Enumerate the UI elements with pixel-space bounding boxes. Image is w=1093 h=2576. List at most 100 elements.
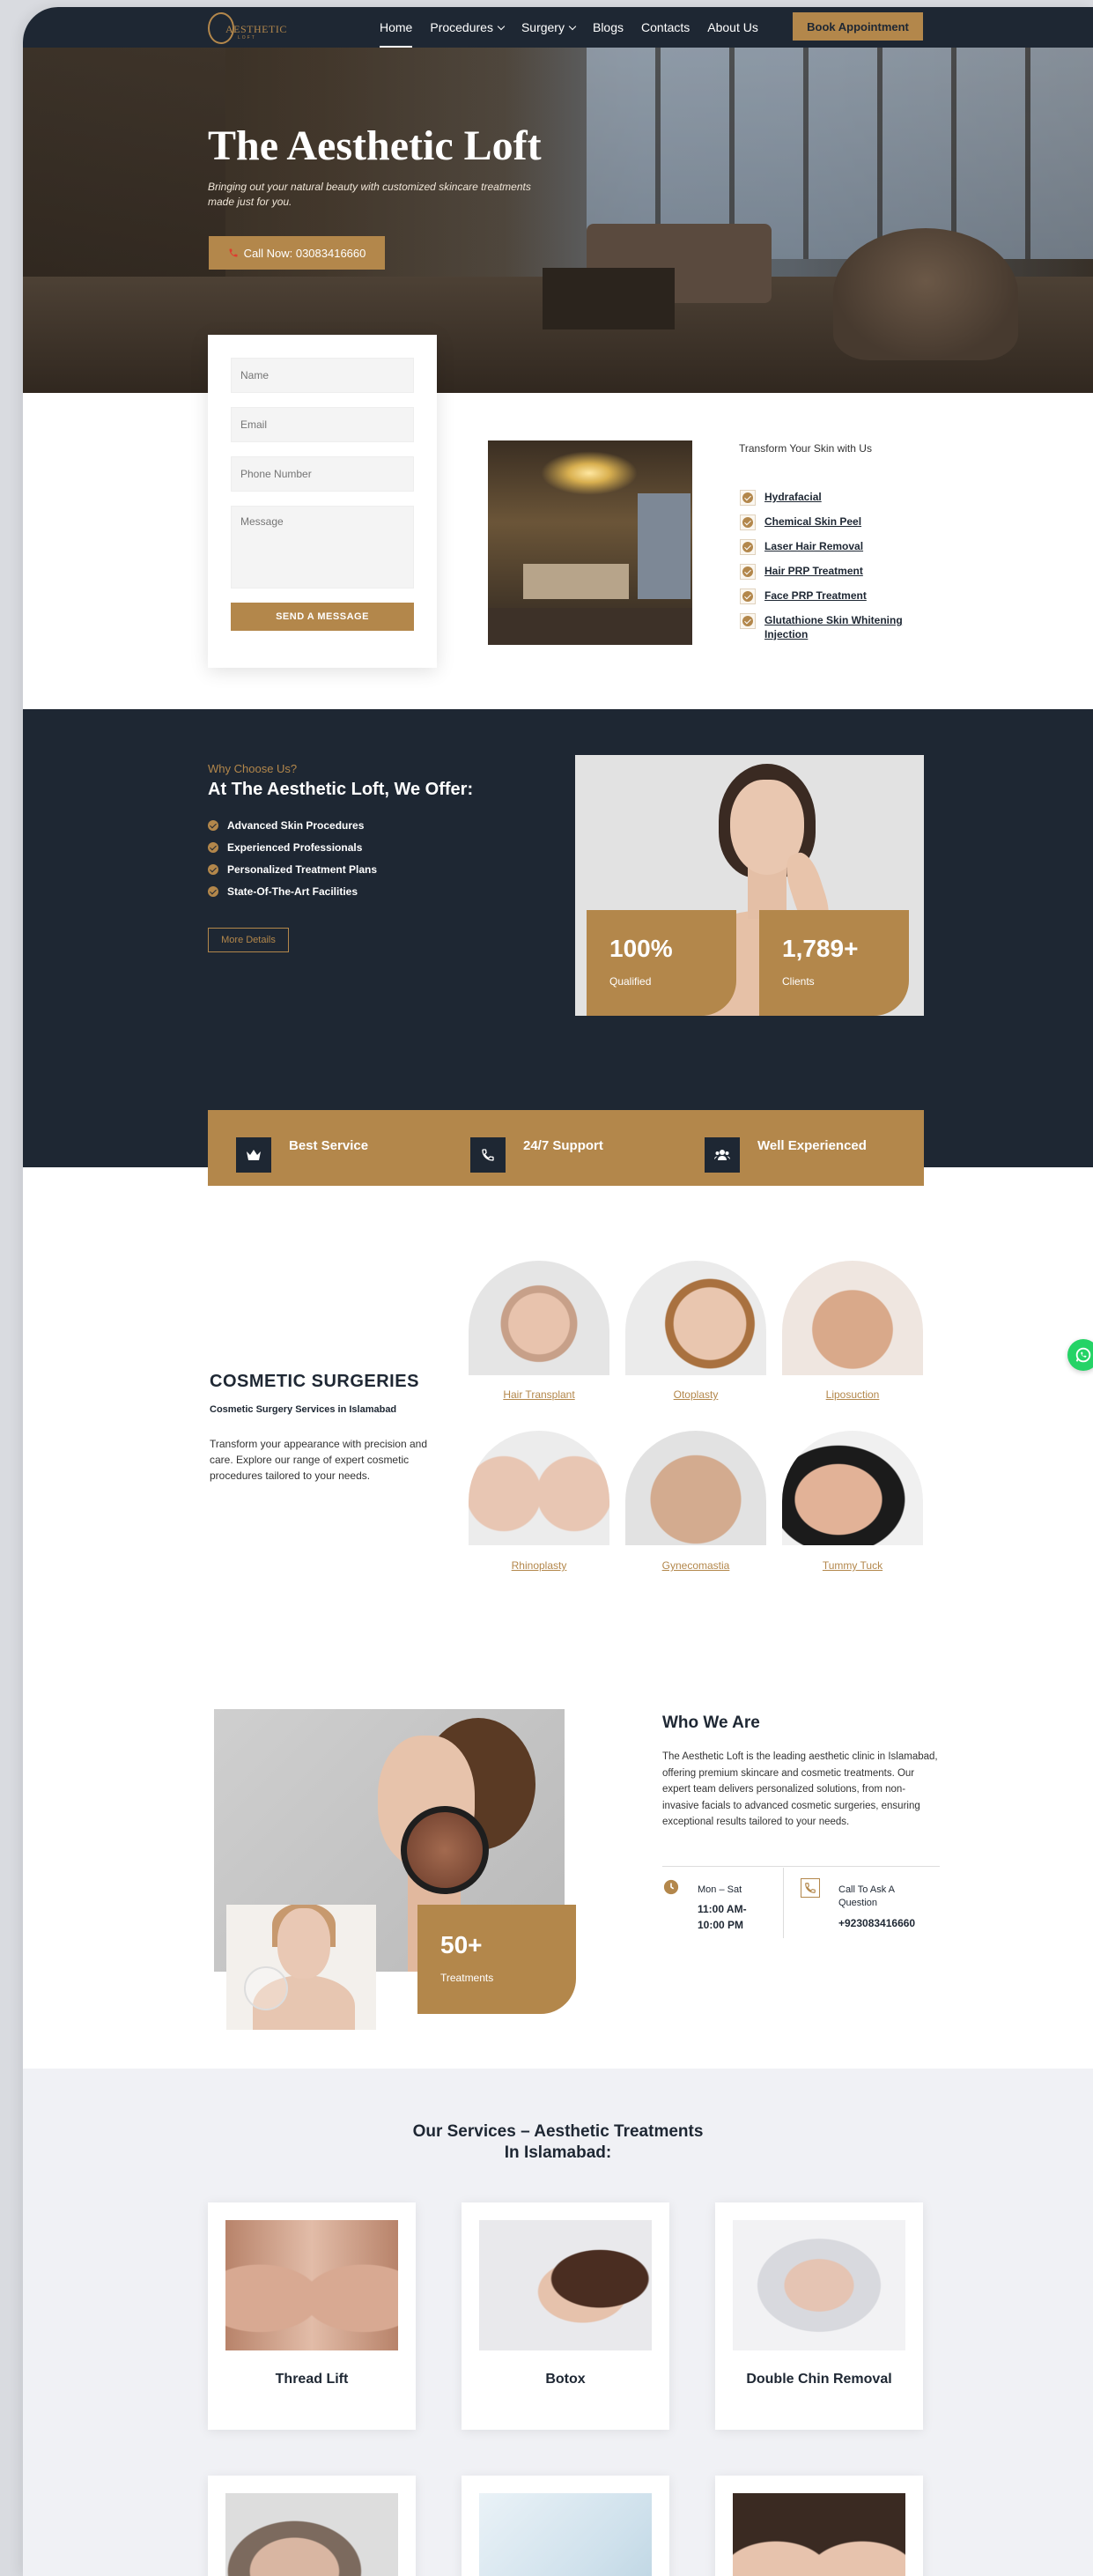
nav-surgery[interactable]: Surgery xyxy=(521,7,577,48)
rhinoplasty-image[interactable] xyxy=(469,1431,609,1545)
service-card-thread-lift[interactable]: Thread Lift xyxy=(208,2202,416,2430)
surgery-link-gynecomastia[interactable]: Gynecomastia xyxy=(625,1559,766,1572)
nav-procedures[interactable]: Procedures xyxy=(430,7,506,48)
phone-input[interactable] xyxy=(231,456,414,492)
check-icon xyxy=(740,514,756,530)
liposuction-image[interactable] xyxy=(782,1261,923,1375)
feature-bar: Best Service 24/7 Support Well Experienc… xyxy=(208,1110,924,1186)
name-input[interactable] xyxy=(231,358,414,393)
service-card-6[interactable] xyxy=(715,2476,923,2576)
service-card-5[interactable] xyxy=(462,2476,669,2576)
surgeries-title: COSMETIC SURGERIES xyxy=(210,1372,419,1391)
tummy-tuck-image[interactable] xyxy=(782,1431,923,1545)
check-icon xyxy=(208,886,218,897)
page: AESTHETIC LOFT Home Procedures Surgery B… xyxy=(23,7,1093,2576)
why-item: Personalized Treatment Plans xyxy=(208,863,377,876)
phone-icon xyxy=(801,1878,820,1898)
service-image xyxy=(479,2493,652,2576)
surgery-link-rhinoplasty[interactable]: Rhinoplasty xyxy=(469,1559,609,1572)
book-appointment-button[interactable]: Book Appointment xyxy=(793,12,923,41)
surgery-link-otoplasty[interactable]: Otoplasty xyxy=(625,1388,766,1401)
nav-home[interactable]: Home xyxy=(380,7,413,48)
hero-title: The Aesthetic Loft xyxy=(208,122,542,169)
nav-about-us[interactable]: About Us xyxy=(707,7,758,48)
treatment-item[interactable]: Face PRP Treatment xyxy=(740,588,934,604)
hours-label: Mon – Sat xyxy=(698,1884,742,1895)
treatment-item[interactable]: Laser Hair Removal xyxy=(740,539,934,555)
hair-transplant-image[interactable] xyxy=(469,1261,609,1375)
main-menu: Home Procedures Surgery Blogs Contacts A… xyxy=(380,7,758,48)
transform-title: Transform Your Skin with Us xyxy=(739,442,872,455)
service-name: Thread Lift xyxy=(275,2372,349,2387)
logo-text: AESTHETIC xyxy=(225,23,287,35)
why-eyebrow: Why Choose Us? xyxy=(208,762,298,775)
services-section: Our Services – Aesthetic Treatments In I… xyxy=(23,2069,1093,2576)
stat-qualified: 100% Qualified xyxy=(587,910,736,1016)
clock-icon xyxy=(662,1878,680,1896)
call-number-link[interactable]: +923083416660 xyxy=(838,1915,915,1931)
check-icon xyxy=(208,820,218,831)
who-we-are-title: Who We Are xyxy=(662,1714,760,1732)
whatsapp-chat-button[interactable] xyxy=(1067,1339,1093,1371)
thread-lift-image xyxy=(225,2220,398,2350)
email-input[interactable] xyxy=(231,407,414,442)
surgeries-description: Transform your appearance with precision… xyxy=(210,1438,428,1482)
stat-treatments: 50+ Treatments xyxy=(417,1905,576,2014)
check-icon xyxy=(740,564,756,580)
gynecomastia-image[interactable] xyxy=(625,1431,766,1545)
send-message-button[interactable]: SEND A MESSAGE xyxy=(231,603,414,631)
chevron-down-icon xyxy=(568,22,577,30)
call-now-button[interactable]: Call Now: 03083416660 xyxy=(209,236,385,270)
more-details-button[interactable]: More Details xyxy=(208,928,289,952)
feature-support: 24/7 Support xyxy=(442,1123,676,1173)
phone-icon xyxy=(470,1137,506,1173)
call-question-label: Call To Ask A Question xyxy=(838,1884,895,1908)
surgeries-subtitle: Cosmetic Surgery Services in Islamabad xyxy=(210,1404,397,1415)
surgery-link-liposuction[interactable]: Liposuction xyxy=(782,1388,923,1401)
contact-form: SEND A MESSAGE xyxy=(208,335,437,668)
why-item: State-Of-The-Art Facilities xyxy=(208,885,377,898)
top-navbar: AESTHETIC LOFT Home Procedures Surgery B… xyxy=(23,7,1093,48)
why-title: At The Aesthetic Loft, We Offer: xyxy=(208,780,474,799)
nav-contacts[interactable]: Contacts xyxy=(641,7,690,48)
service-card-4[interactable] xyxy=(208,2476,416,2576)
why-item: Experienced Professionals xyxy=(208,841,377,854)
service-card-double-chin[interactable]: Double Chin Removal xyxy=(715,2202,923,2430)
double-chin-image xyxy=(733,2220,905,2350)
call-now-label: Call Now: 03083416660 xyxy=(243,246,366,260)
message-input[interactable] xyxy=(231,506,414,588)
feature-experienced: Well Experienced xyxy=(676,1123,911,1173)
crown-icon xyxy=(236,1137,271,1173)
treatment-item[interactable]: Glutathione Skin Whitening Injection xyxy=(740,613,934,641)
service-card-botox[interactable]: Botox xyxy=(462,2202,669,2430)
treatment-list: Hydrafacial Chemical Skin Peel Laser Hai… xyxy=(740,490,934,650)
services-title: Our Services – Aesthetic Treatments In I… xyxy=(412,2122,704,2162)
otoplasty-image[interactable] xyxy=(625,1261,766,1375)
surgery-link-tummy-tuck[interactable]: Tummy Tuck xyxy=(782,1559,923,1572)
why-item: Advanced Skin Procedures xyxy=(208,819,377,832)
users-icon xyxy=(705,1137,740,1173)
nav-blogs[interactable]: Blogs xyxy=(593,7,624,48)
treatment-item[interactable]: Hydrafacial xyxy=(740,490,934,506)
check-icon xyxy=(208,864,218,875)
check-icon xyxy=(740,588,756,604)
service-name: Botox xyxy=(545,2372,586,2387)
service-image xyxy=(733,2493,905,2576)
check-icon xyxy=(740,539,756,555)
surgery-link-hair-transplant[interactable]: Hair Transplant xyxy=(469,1388,609,1401)
hero-section: The Aesthetic Loft Bringing out your nat… xyxy=(23,48,1093,393)
treatment-item[interactable]: Chemical Skin Peel xyxy=(740,514,934,530)
stat-clients: 1,789+ Clients xyxy=(759,910,909,1016)
check-icon xyxy=(740,613,756,629)
why-choose-us-section: Why Choose Us? At The Aesthetic Loft, We… xyxy=(23,709,1093,1167)
site-logo[interactable]: AESTHETIC LOFT xyxy=(208,11,286,46)
treatment-item[interactable]: Hair PRP Treatment xyxy=(740,564,934,580)
clinic-interior-image xyxy=(488,440,692,645)
chevron-down-icon xyxy=(497,22,506,30)
feature-best-service: Best Service xyxy=(208,1123,442,1173)
botox-image xyxy=(479,2220,652,2350)
check-icon xyxy=(208,842,218,853)
service-image xyxy=(225,2493,398,2576)
who-we-are-description: The Aesthetic Loft is the leading aesthe… xyxy=(662,1751,938,1827)
logo-subtext: LOFT xyxy=(238,35,256,41)
